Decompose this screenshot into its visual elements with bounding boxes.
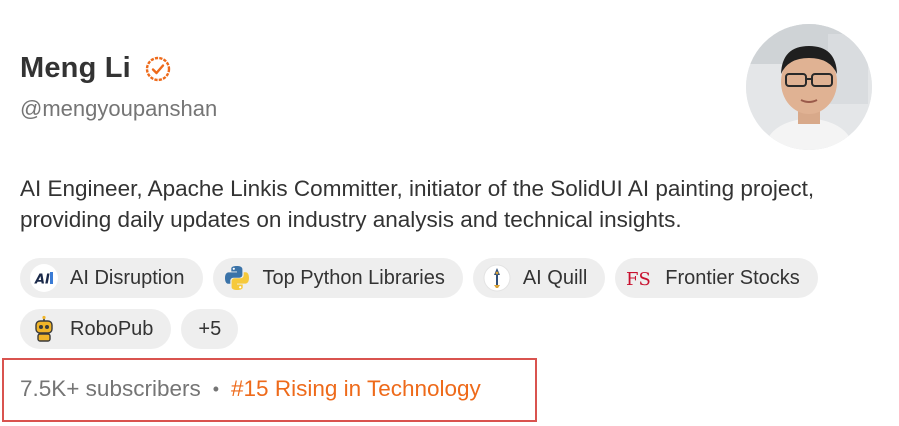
publication-list: AI AI Disruption Top Python Libraries AI… [20, 258, 880, 360]
subscriber-count[interactable]: 7.5K+ subscribers [20, 376, 201, 402]
name-row: Meng Li [20, 52, 171, 85]
publication-chip-ai-quill[interactable]: AI Quill [472, 258, 606, 298]
avatar[interactable] [746, 24, 872, 150]
more-publications-button[interactable]: +5 [181, 309, 239, 349]
publication-label: Top Python Libraries [262, 266, 445, 289]
publication-row: AI AI Disruption Top Python Libraries AI… [20, 258, 880, 298]
ai-disruption-logo-icon: AI [30, 264, 58, 292]
author-handle: @mengyoupanshan [20, 96, 218, 121]
publication-label: AI Quill [522, 266, 588, 289]
stats-separator: • [212, 378, 220, 399]
publication-chip-robopub[interactable]: RoboPub [20, 309, 172, 349]
svg-text:AI: AI [34, 273, 50, 288]
publication-chip-frontier-stocks[interactable]: FS Frontier Stocks [615, 258, 818, 298]
author-name[interactable]: Meng Li [20, 52, 131, 85]
python-logo-icon [223, 264, 251, 292]
profile-header: Meng Li @mengyoupanshan AI Engineer, Apa… [0, 0, 899, 426]
robot-logo-icon [30, 315, 58, 343]
quill-logo-icon [483, 264, 511, 292]
fs-logo-icon: FS [625, 264, 653, 292]
svg-text:FS: FS [626, 269, 651, 290]
author-bio: AI Engineer, Apache Linkis Committer, in… [20, 176, 815, 232]
publication-row: RoboPub +5 [20, 309, 880, 349]
publication-label: RoboPub [70, 317, 154, 340]
publication-label: AI Disruption [70, 266, 185, 289]
stats-row: 7.5K+ subscribers • #15 Rising in Techno… [20, 376, 481, 402]
ranking-link[interactable]: #15 Rising in Technology [231, 376, 481, 402]
publication-label: Frontier Stocks [665, 266, 800, 289]
verified-check-icon [145, 56, 171, 82]
publication-chip-top-python-libraries[interactable]: Top Python Libraries [212, 258, 463, 298]
publication-chip-ai-disruption[interactable]: AI AI Disruption [20, 258, 203, 298]
